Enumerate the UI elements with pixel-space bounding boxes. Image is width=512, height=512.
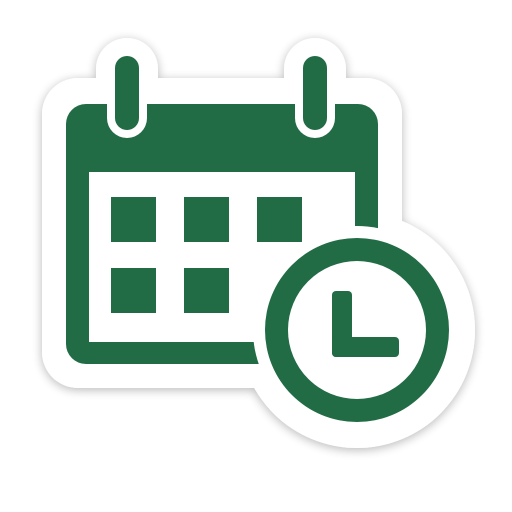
date-cell	[111, 197, 156, 242]
clock-face	[288, 261, 426, 399]
date-cell	[257, 197, 302, 242]
binder-ring-left	[115, 56, 139, 130]
date-cell	[111, 268, 156, 313]
icon-canvas	[0, 0, 512, 512]
binder-ring-right	[303, 56, 327, 130]
clock-minute-hand	[332, 337, 399, 357]
calendar-clock-icon	[42, 38, 475, 448]
date-cell	[184, 197, 229, 242]
date-cell	[184, 268, 229, 313]
clock-icon	[253, 226, 461, 434]
